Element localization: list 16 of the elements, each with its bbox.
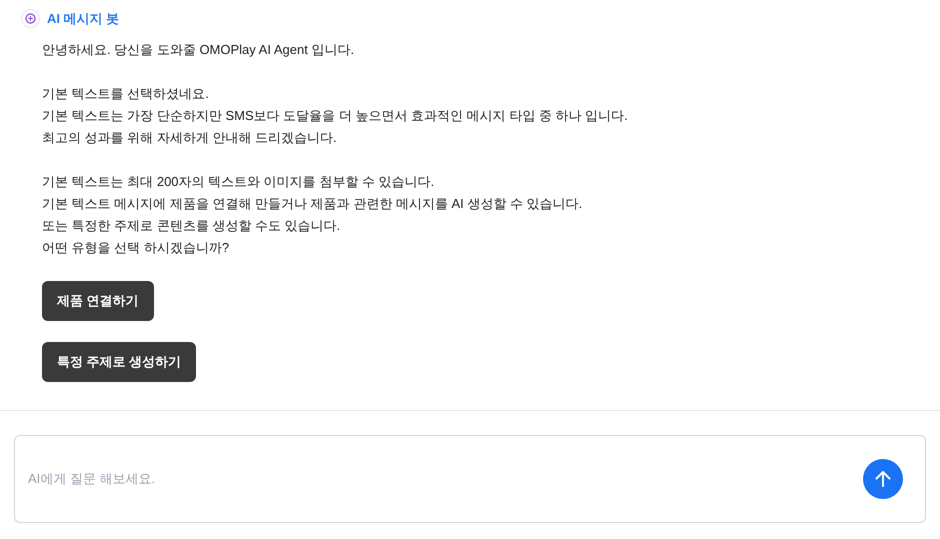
message-text: 어떤 유형을 선택 하시겠습니까?	[42, 238, 230, 256]
message-text: 안녕하세요. 당신을 도와줄 OMOPlay AI Agent 입니다.	[42, 40, 354, 59]
message-text: 기본 텍스트는 가장 단순하지만 SMS보다 도달율을 더 높으면서 효과적인 메시지 타입 중 하나 입니다.	[42, 106, 628, 124]
bot-avatar-icon	[21, 9, 40, 28]
message-text: 기본 텍스트는 최대 200자의 텍스트와 이미지를 첨부할 수 있습니다.	[42, 172, 434, 190]
send-button[interactable]	[863, 459, 903, 499]
option-button[interactable]: 특정 주제로 생성하기	[42, 342, 196, 382]
message-text: 최고의 성과를 위해 자세하게 안내해 드리겠습니다.	[42, 128, 337, 146]
bot-name: AI 메시지 봇	[47, 10, 120, 28]
message-text: 기본 텍스트 메시지에 제품을 연결해 만들거나 제품과 관련한 메시지를 AI 생성할 수 있습니다.	[42, 194, 582, 212]
message-text: 기본 텍스트를 선택하셨네요.	[42, 84, 209, 102]
chat-input-box[interactable]: AI에게 질문 해보세요.	[14, 435, 926, 523]
chat-input-field[interactable]: AI에게 질문 해보세요.	[28, 469, 863, 489]
arrow-up-icon	[874, 470, 892, 488]
option-button[interactable]: 제품 연결하기	[42, 280, 154, 320]
message-text: 또는 특정한 주제로 콘텐츠를 생성할 수도 있습니다.	[42, 216, 340, 234]
